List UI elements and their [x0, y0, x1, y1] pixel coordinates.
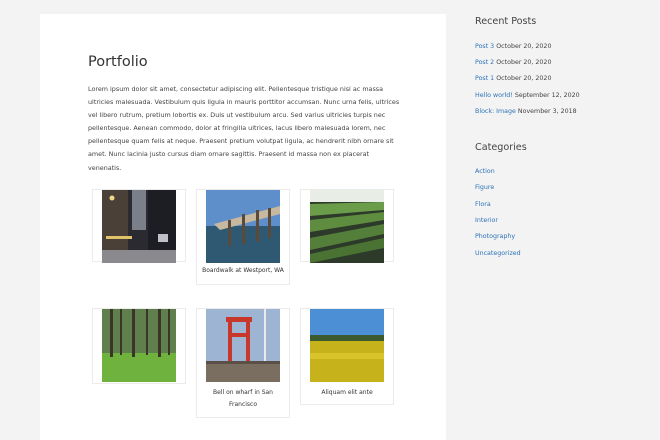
recent-posts-title: Recent Posts — [475, 16, 537, 27]
recent-post-date: October 20, 2020 — [496, 59, 552, 66]
gallery-caption: Aliquam elit ante — [321, 389, 373, 396]
gallery-item[interactable]: Bell on wharf in San Francisco — [196, 308, 290, 418]
yellow-field-photo — [310, 309, 384, 382]
page-body-text: Lorem ipsum dolor sit amet, consectetur … — [88, 85, 400, 172]
recent-post-date: October 20, 2020 — [496, 43, 552, 50]
recent-post-link[interactable]: Post 2 — [475, 59, 494, 66]
recent-post-date: November 3, 2018 — [517, 108, 577, 115]
gallery-item[interactable] — [92, 189, 186, 263]
city-street-photo — [102, 190, 176, 263]
recent-post-item: Block: Image November 3, 2018 — [475, 108, 577, 115]
category-link-uncategorized[interactable]: Uncategorized — [475, 250, 521, 257]
gallery-caption: Boardwalk at Westport, WA — [202, 267, 284, 274]
recent-post-link[interactable]: Post 3 — [475, 43, 494, 50]
main-content: Portfolio Lorem ipsum dolor sit amet, co… — [40, 14, 446, 440]
gallery-item[interactable]: Boardwalk at Westport, WA — [196, 189, 290, 285]
category-link-photography[interactable]: Photography — [475, 233, 515, 240]
recent-post-date: September 12, 2020 — [514, 92, 580, 99]
category-link-action[interactable]: Action — [475, 168, 495, 175]
recent-post-item: Post 3 October 20, 2020 — [475, 43, 551, 50]
gallery-caption: Bell on wharf in San Francisco — [213, 389, 273, 408]
recent-post-link[interactable]: Block: Image — [475, 108, 516, 115]
recent-post-item: Post 1 October 20, 2020 — [475, 75, 551, 82]
recent-post-date: October 20, 2020 — [496, 75, 552, 82]
recent-post-link[interactable]: Post 1 — [475, 75, 494, 82]
boardwalk-photo — [206, 190, 280, 263]
gallery-item[interactable] — [92, 308, 186, 384]
category-link-interior[interactable]: Interior — [475, 217, 498, 224]
pine-forest-photo — [102, 309, 176, 382]
recent-post-item: Post 2 October 20, 2020 — [475, 59, 551, 66]
nursery-rows-photo — [310, 190, 384, 263]
page-title: Portfolio — [88, 54, 148, 70]
categories-title: Categories — [475, 142, 527, 153]
category-link-flora[interactable]: Flora — [475, 201, 491, 208]
wharf-bell-photo — [206, 309, 280, 382]
gallery-item[interactable] — [300, 189, 394, 263]
recent-post-link[interactable]: Hello world! — [475, 92, 513, 99]
gallery-item[interactable]: Aliquam elit ante — [300, 308, 394, 405]
category-link-figure[interactable]: Figure — [475, 184, 494, 191]
recent-post-item: Hello world! September 12, 2020 — [475, 92, 580, 99]
portfolio-gallery: Boardwalk at Westport, WA Bell on wharf … — [92, 188, 394, 428]
